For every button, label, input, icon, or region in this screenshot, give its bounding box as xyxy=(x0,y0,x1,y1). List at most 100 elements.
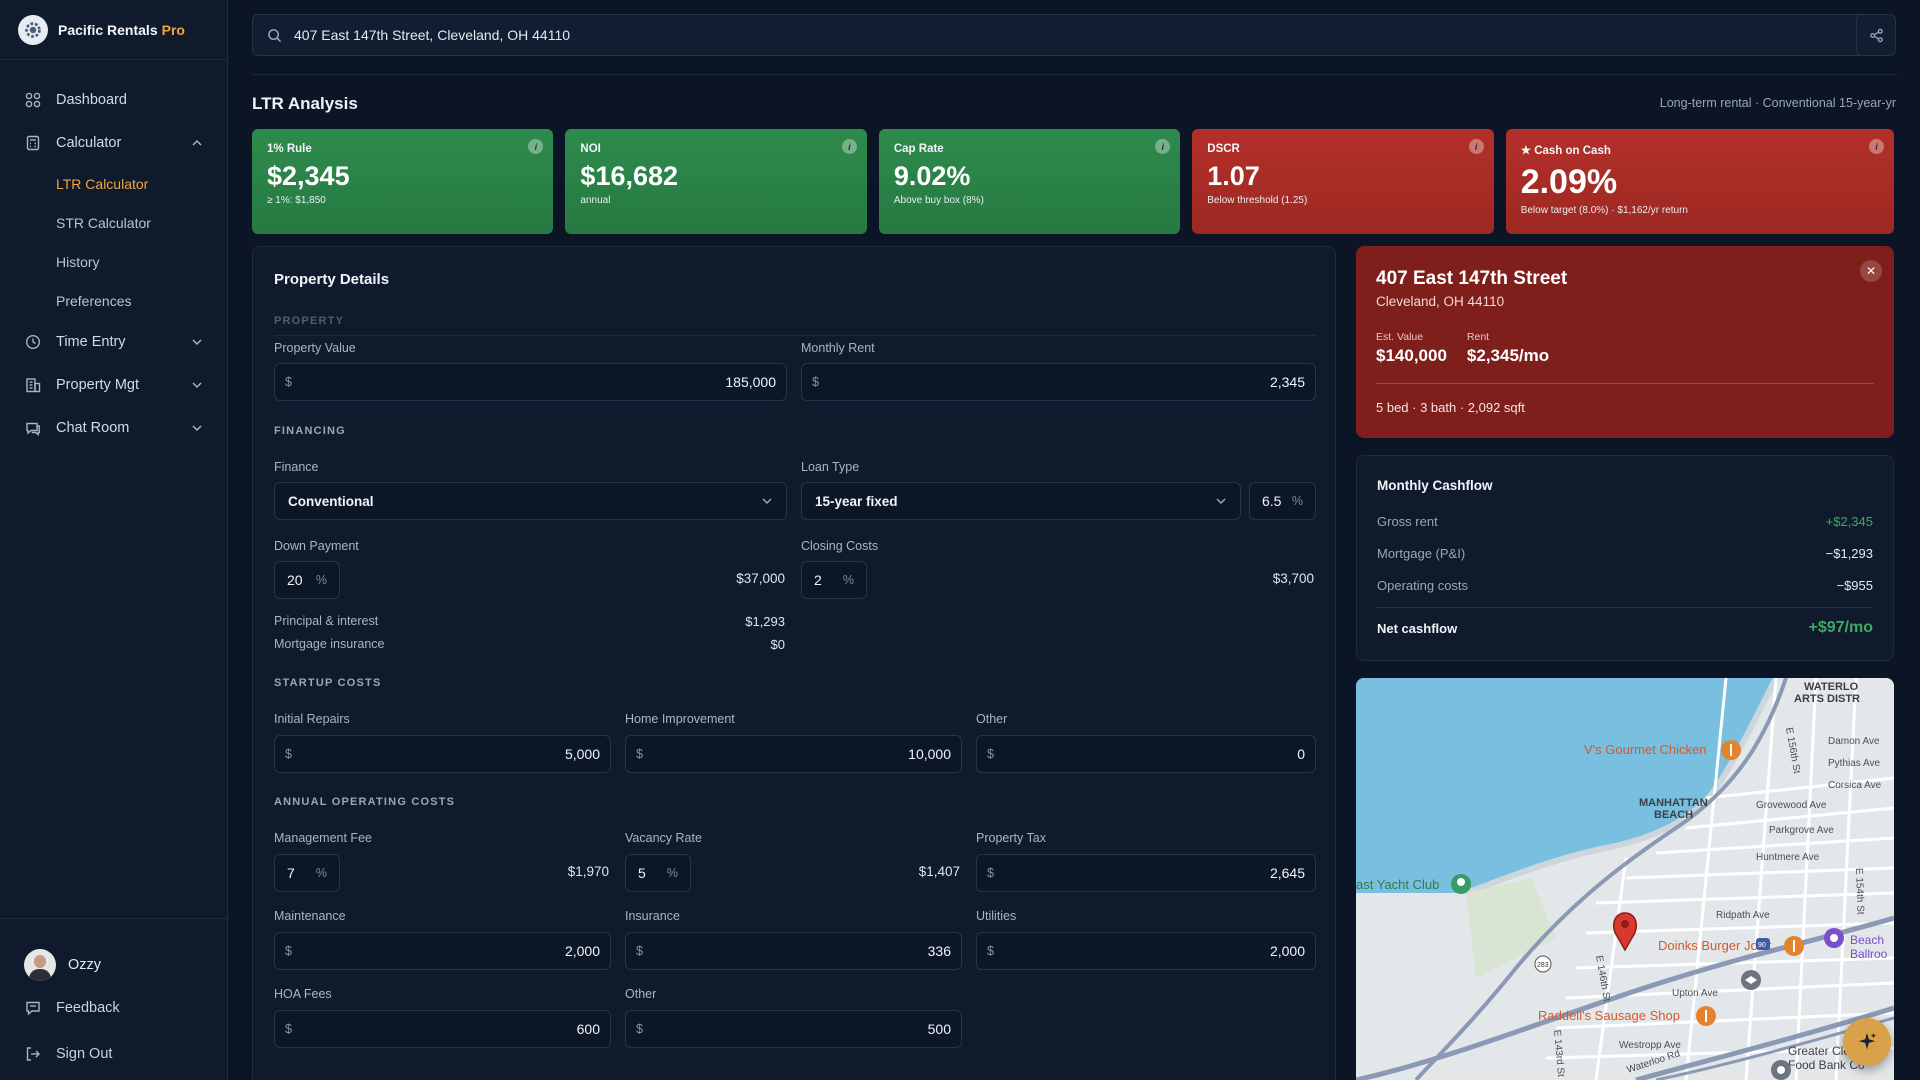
monthly-rent-input[interactable]: 2,345 xyxy=(1270,374,1305,390)
cashflow-title: Monthly Cashflow xyxy=(1377,478,1493,493)
interest-rate-input[interactable]: 6.5 xyxy=(1262,493,1281,509)
hoa-fees-input[interactable]: 600 xyxy=(577,1021,600,1037)
map-label-beach: BEACH xyxy=(1654,809,1693,821)
metric-label: Cap Rate xyxy=(893,143,944,155)
share-button[interactable] xyxy=(1856,14,1896,56)
park-marker-icon[interactable] xyxy=(1451,874,1471,894)
property-tax-input[interactable]: 2,645 xyxy=(1270,865,1305,881)
feedback-link[interactable]: Feedback xyxy=(0,985,227,1031)
info-icon[interactable]: i xyxy=(528,139,544,154)
operating-other-field[interactable]: $ 500 xyxy=(625,1010,962,1048)
insurance-field[interactable]: $ 336 xyxy=(625,932,962,970)
operating-other-input[interactable]: 500 xyxy=(928,1021,951,1037)
initial-repairs-input[interactable]: 5,000 xyxy=(565,746,600,762)
map-label-upton: Upton Ave xyxy=(1672,988,1718,999)
map-label-huntmere: Huntmere Ave xyxy=(1756,852,1820,863)
vacancy-rate-input[interactable]: 5 xyxy=(638,865,646,881)
metric-noi[interactable]: NOI $16,682 annual i xyxy=(565,129,867,234)
utilities-input[interactable]: 2,000 xyxy=(1270,943,1305,959)
down-payment-input[interactable]: 20 xyxy=(287,572,303,588)
chat-icon xyxy=(24,419,42,437)
nav-history[interactable]: History xyxy=(0,242,227,281)
info-icon[interactable]: i xyxy=(1155,139,1171,154)
brand[interactable]: Pacific Rentals Pro xyxy=(0,0,227,60)
vacancy-rate-field[interactable]: 5 % xyxy=(625,854,691,892)
management-fee-field[interactable]: 7 % xyxy=(274,854,340,892)
currency-symbol: $ xyxy=(636,747,643,761)
metric-label: ★ Cash on Cash xyxy=(1520,145,1611,157)
ai-assistant-button[interactable] xyxy=(1843,1018,1891,1066)
monthly-rent-field[interactable]: $ 2,345 xyxy=(801,363,1316,401)
nav-preferences[interactable]: Preferences xyxy=(0,281,227,320)
closing-costs-field[interactable]: 2 % xyxy=(801,561,867,599)
closing-costs-input[interactable]: 2 xyxy=(814,572,822,588)
restaurant-marker-icon[interactable] xyxy=(1721,740,1741,760)
mortgage-insurance-value: $0 xyxy=(770,637,785,652)
nav-calculator[interactable]: Calculator xyxy=(0,121,227,164)
school-marker-icon[interactable] xyxy=(1741,970,1761,990)
feedback-icon xyxy=(24,999,42,1017)
map-label-pythias: Pythias Ave xyxy=(1828,758,1881,769)
nav-dashboard[interactable]: Dashboard xyxy=(0,78,227,121)
user-profile[interactable]: Ozzy xyxy=(0,945,227,985)
info-icon[interactable]: i xyxy=(1868,139,1884,154)
loan-type-value: 15-year fixed xyxy=(815,493,898,509)
nav-ltr-calculator[interactable]: LTR Calculator xyxy=(0,164,227,203)
info-icon[interactable]: i xyxy=(1468,139,1484,154)
header-divider xyxy=(252,74,1898,75)
sidebar-footer: Ozzy Feedback Sign Out xyxy=(0,918,227,1077)
feedback-label: Feedback xyxy=(56,1000,120,1016)
down-payment-field[interactable]: 20 % xyxy=(274,561,340,599)
home-improvement-input[interactable]: 10,000 xyxy=(908,746,951,762)
home-improvement-field[interactable]: $ 10,000 xyxy=(625,735,962,773)
nav-chat-room-label: Chat Room xyxy=(56,419,130,436)
nav-chat-room[interactable]: Chat Room xyxy=(0,406,227,449)
brand-logo-icon xyxy=(18,14,48,45)
property-tax-field[interactable]: $ 2,645 xyxy=(976,854,1316,892)
metric-dscr[interactable]: DSCR 1.07 Below threshold (1.25) i xyxy=(1192,129,1494,234)
principal-interest-value: $1,293 xyxy=(745,614,785,629)
property-value-input[interactable]: 185,000 xyxy=(725,374,776,390)
nav-time-entry[interactable]: Time Entry xyxy=(0,320,227,363)
management-fee-input[interactable]: 7 xyxy=(287,865,295,881)
address-search-input[interactable] xyxy=(294,27,1855,43)
metric-cap-rate[interactable]: Cap Rate 9.02% Above buy box (8%) i xyxy=(878,129,1181,234)
info-icon[interactable]: i xyxy=(841,139,857,154)
percent-unit: % xyxy=(666,866,678,880)
cashflow-row-label: Operating costs xyxy=(1377,577,1469,593)
map-label-doinks: Doinks Burger Joint xyxy=(1658,938,1772,953)
loan-type-select[interactable]: 15-year fixed xyxy=(801,482,1241,520)
nav-str-calculator[interactable]: STR Calculator xyxy=(0,203,227,242)
initial-repairs-field[interactable]: $ 5,000 xyxy=(274,735,611,773)
percent-unit: % xyxy=(315,866,327,880)
metric-cash-on-cash[interactable]: ★ Cash on Cash 2.09% Below target (8.0%)… xyxy=(1505,129,1894,234)
property-map[interactable]: WATERLO ARTS DISTR MANHATTAN BEACH V's G… xyxy=(1356,678,1894,1080)
nav-property-mgt[interactable]: Property Mgt xyxy=(0,363,227,406)
startup-other-field[interactable]: $ 0 xyxy=(976,735,1316,773)
map-label-grovewood: Grovewood Ave xyxy=(1756,800,1827,811)
restaurant-marker-icon[interactable] xyxy=(1784,936,1804,956)
metric-note: Below target (8.0%) · $1,162/yr return xyxy=(1520,205,1688,216)
poi-marker-icon[interactable] xyxy=(1771,1060,1791,1080)
currency-symbol: $ xyxy=(987,747,994,761)
maintenance-input[interactable]: 2,000 xyxy=(565,943,600,959)
close-icon[interactable]: ✕ xyxy=(1860,260,1882,282)
cashflow-row-value: −$955 xyxy=(1836,577,1873,593)
sign-out-link[interactable]: Sign Out xyxy=(0,1031,227,1077)
metric-one-percent-rule[interactable]: 1% Rule $2,345 ≥ 1%: $1,850 i xyxy=(252,129,554,234)
utilities-field[interactable]: $ 2,000 xyxy=(976,932,1316,970)
venue-marker-icon[interactable] xyxy=(1824,928,1844,948)
interest-rate-field[interactable]: 6.5 % xyxy=(1249,482,1316,520)
property-value-field[interactable]: $ 185,000 xyxy=(274,363,787,401)
cashflow-row-label: Mortgage (P&I) xyxy=(1377,545,1466,561)
insurance-input[interactable]: 336 xyxy=(928,943,951,959)
cashflow-row-value: −$1,293 xyxy=(1825,545,1873,561)
maintenance-field[interactable]: $ 2,000 xyxy=(274,932,611,970)
finance-select[interactable]: Conventional xyxy=(274,482,787,520)
startup-other-input[interactable]: 0 xyxy=(1297,746,1305,762)
user-name: Ozzy xyxy=(68,957,102,973)
property-value-label: Property Value xyxy=(274,341,356,355)
main-nav: Dashboard Calculator LTR Calculator STR … xyxy=(0,60,227,449)
hoa-fees-field[interactable]: $ 600 xyxy=(274,1010,611,1048)
restaurant-marker-icon[interactable] xyxy=(1696,1006,1716,1026)
